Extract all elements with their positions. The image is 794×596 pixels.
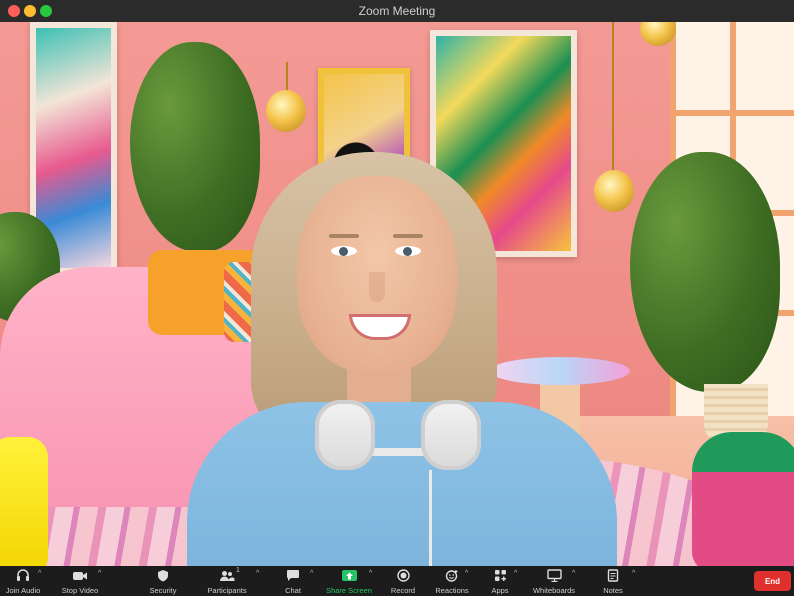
chat-button[interactable]: Chat xyxy=(278,566,308,596)
chat-options-caret[interactable]: ^ xyxy=(310,570,313,577)
eyebrow xyxy=(393,234,423,238)
eyebrow xyxy=(329,234,359,238)
security-button[interactable]: Security xyxy=(144,566,182,596)
yellow-stool xyxy=(0,437,48,566)
window-title: Zoom Meeting xyxy=(358,4,436,18)
notes-options-caret[interactable]: ^ xyxy=(632,570,635,577)
whiteboards-button[interactable]: Whiteboards xyxy=(530,566,578,596)
headphone-cable xyxy=(429,470,432,566)
ottoman xyxy=(692,432,794,566)
whiteboard-icon xyxy=(546,568,562,583)
whiteboards-label: Whiteboards xyxy=(532,586,576,595)
apps-icon xyxy=(494,568,507,583)
pendant-lamp xyxy=(266,90,306,132)
eye xyxy=(331,246,357,256)
video-feed xyxy=(0,22,794,566)
audio-options-caret[interactable]: ^ xyxy=(38,570,41,577)
share-screen-label: Share Screen xyxy=(326,586,372,595)
record-icon xyxy=(396,568,410,583)
participants-button[interactable]: Participants xyxy=(204,566,250,596)
notes-button[interactable]: Notes xyxy=(598,566,628,596)
share-screen-icon xyxy=(341,568,357,583)
smile xyxy=(349,314,411,340)
eye xyxy=(395,246,421,256)
apps-options-caret[interactable]: ^ xyxy=(514,570,517,577)
notes-icon xyxy=(607,568,619,583)
whiteboards-options-caret[interactable]: ^ xyxy=(572,570,575,577)
record-label: Record xyxy=(390,586,416,595)
participant-count: 1 xyxy=(236,567,240,574)
headphones-icon xyxy=(16,568,30,583)
join-audio-label: Join Audio xyxy=(5,586,41,595)
reactions-label: Reactions xyxy=(435,586,469,595)
chat-bubble-icon xyxy=(286,568,300,583)
share-options-caret[interactable]: ^ xyxy=(369,570,372,577)
notes-label: Notes xyxy=(603,586,623,595)
security-label: Security xyxy=(149,586,177,595)
chat-label: Chat xyxy=(285,586,301,595)
stop-video-label: Stop Video xyxy=(61,586,99,595)
participants-label: Participants xyxy=(207,586,247,595)
shield-icon xyxy=(157,568,169,583)
participant xyxy=(187,152,617,566)
stop-video-button[interactable]: Stop Video xyxy=(58,566,102,596)
headphone-cup xyxy=(315,400,375,470)
end-meeting-button[interactable]: End xyxy=(754,571,791,591)
headphone-cup xyxy=(421,400,481,470)
reactions-icon xyxy=(445,568,459,583)
share-screen-button[interactable]: Share Screen xyxy=(326,566,372,596)
participants-icon xyxy=(219,568,235,583)
title-bar: Zoom Meeting xyxy=(0,0,794,23)
video-camera-icon xyxy=(72,568,88,583)
video-options-caret[interactable]: ^ xyxy=(98,570,101,577)
join-audio-button[interactable]: Join Audio xyxy=(4,566,42,596)
apps-button[interactable]: Apps xyxy=(487,566,513,596)
meeting-toolbar: Join Audio ^ Stop Video ^ Security Parti… xyxy=(0,566,794,596)
record-button[interactable]: Record xyxy=(388,566,418,596)
reactions-options-caret[interactable]: ^ xyxy=(465,570,468,577)
apps-label: Apps xyxy=(491,586,509,595)
nose xyxy=(369,272,385,302)
participant-face xyxy=(297,176,457,372)
lamp-wire xyxy=(612,22,614,172)
participants-options-caret[interactable]: ^ xyxy=(256,570,259,577)
